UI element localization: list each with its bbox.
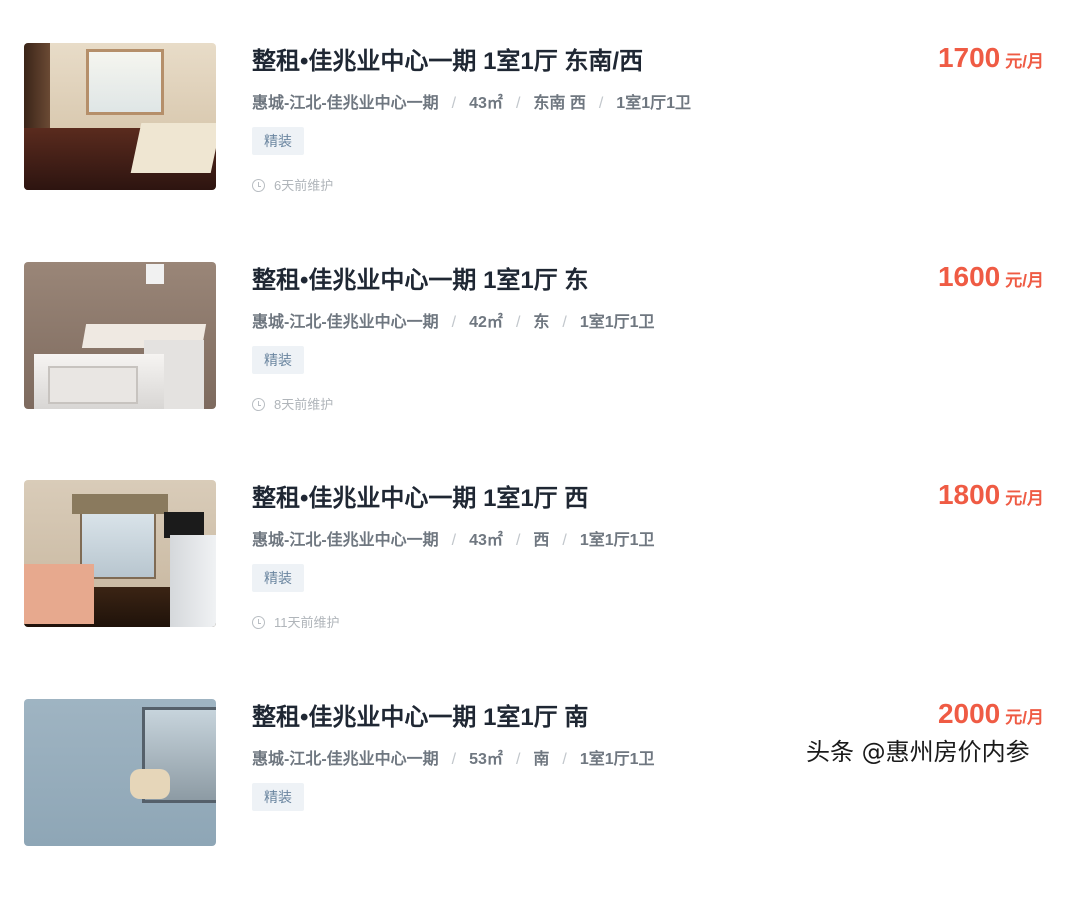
price-unit: 元/月	[1005, 708, 1044, 727]
listing-description: 惠城-江北-佳兆业中心一期 / 43㎡ / 西 / 1室1厅1卫	[252, 526, 655, 550]
price-unit: 元/月	[1005, 271, 1044, 290]
price-unit: 元/月	[1005, 52, 1044, 71]
photo-chair	[130, 769, 170, 799]
photo-basin	[48, 366, 138, 404]
maintenance-time: 8天前维护	[252, 394, 333, 413]
decoration-tag: 精装	[252, 564, 304, 592]
photo-window	[86, 49, 164, 115]
listing-price: 1800 元/月	[938, 479, 1044, 511]
orientation-value: 南	[533, 751, 550, 768]
separator: /	[451, 314, 457, 331]
separator: /	[451, 751, 457, 768]
district-link[interactable]: 惠城-江北-佳兆业中心一期	[252, 314, 439, 331]
separator: /	[451, 532, 457, 549]
maintenance-time: 6天前维护	[252, 175, 333, 194]
separator: /	[515, 95, 521, 112]
area-value: 42㎡	[469, 314, 503, 331]
listing-title[interactable]: 整租•佳兆业中心一期 1室1厅 东南/西	[252, 41, 643, 76]
separator: /	[515, 751, 521, 768]
layout-value: 1室1厅1卫	[579, 314, 655, 331]
photo-bed	[24, 564, 94, 624]
watermark: 头条 @惠州房价内参	[806, 738, 1030, 766]
orientation-value: 东南 西	[533, 95, 586, 112]
maintenance-text: 8天前维护	[274, 397, 334, 412]
price-value: 1600	[937, 261, 1001, 292]
area-value: 43㎡	[469, 95, 503, 112]
listing-title[interactable]: 整租•佳兆业中心一期 1室1厅 西	[252, 478, 588, 513]
district-link[interactable]: 惠城-江北-佳兆业中心一期	[252, 751, 439, 768]
listing-description: 惠城-江北-佳兆业中心一期 / 43㎡ / 东南 西 / 1室1厅1卫	[252, 89, 691, 113]
maintenance-time: 11天前维护	[252, 612, 340, 631]
photo-fridge	[170, 535, 216, 627]
separator: /	[515, 314, 521, 331]
district-link[interactable]: 惠城-江北-佳兆业中心一期	[252, 95, 439, 112]
listing-photo[interactable]	[24, 262, 216, 409]
layout-value: 1室1厅1卫	[579, 532, 655, 549]
listing-price: 1700 元/月	[938, 42, 1044, 74]
listing-price: 2000 元/月	[938, 698, 1044, 730]
listing-photo[interactable]	[24, 480, 216, 627]
orientation-value: 西	[533, 532, 550, 549]
area-value: 43㎡	[469, 532, 503, 549]
photo-curtain	[72, 494, 168, 514]
listing-photo[interactable]	[24, 699, 216, 846]
clock-icon	[252, 179, 265, 192]
separator: /	[598, 95, 604, 112]
maintenance-text: 11天前维护	[274, 615, 340, 630]
separator: /	[562, 314, 567, 331]
separator: /	[515, 532, 521, 549]
listing-card[interactable]: 整租•佳兆业中心一期 1室1厅 南 2000 元/月 惠城-江北-佳兆业中心一期 /…	[0, 697, 1079, 899]
photo-soap-dispenser	[146, 264, 164, 284]
listing-card[interactable]: 整租•佳兆业中心一期 1室1厅 东 1600 元/月 惠城-江北-佳兆业中心一期 /…	[0, 260, 1079, 462]
separator: /	[451, 95, 457, 112]
layout-value: 1室1厅1卫	[579, 751, 655, 768]
decoration-tag: 精装	[252, 346, 304, 374]
clock-icon	[252, 398, 265, 411]
listing-description: 惠城-江北-佳兆业中心一期 / 53㎡ / 南 / 1室1厅1卫	[252, 745, 655, 769]
price-value: 1800	[937, 479, 1001, 510]
district-link[interactable]: 惠城-江北-佳兆业中心一期	[252, 532, 439, 549]
listing-card[interactable]: 整租•佳兆业中心一期 1室1厅 东南/西 1700 元/月 惠城-江北-佳兆业中心…	[0, 41, 1079, 243]
clock-icon	[252, 616, 265, 629]
price-unit: 元/月	[1005, 489, 1044, 508]
price-value: 2000	[937, 698, 1001, 729]
listing-card[interactable]: 整租•佳兆业中心一期 1室1厅 西 1800 元/月 惠城-江北-佳兆业中心一期 /…	[0, 478, 1079, 680]
listing-description: 惠城-江北-佳兆业中心一期 / 42㎡ / 东 / 1室1厅1卫	[252, 308, 655, 332]
listing-title[interactable]: 整租•佳兆业中心一期 1室1厅 南	[252, 697, 588, 732]
area-value: 53㎡	[469, 751, 503, 768]
listing-title[interactable]: 整租•佳兆业中心一期 1室1厅 东	[252, 260, 588, 295]
price-value: 1700	[937, 42, 1001, 73]
layout-value: 1室1厅1卫	[616, 95, 691, 112]
separator: /	[562, 751, 567, 768]
listing-photo[interactable]	[24, 43, 216, 190]
maintenance-text: 6天前维护	[274, 178, 334, 193]
photo-bed	[130, 123, 216, 173]
orientation-value: 东	[533, 314, 550, 331]
separator: /	[562, 532, 567, 549]
decoration-tag: 精装	[252, 127, 304, 155]
listing-price: 1600 元/月	[938, 261, 1044, 293]
decoration-tag: 精装	[252, 783, 304, 811]
